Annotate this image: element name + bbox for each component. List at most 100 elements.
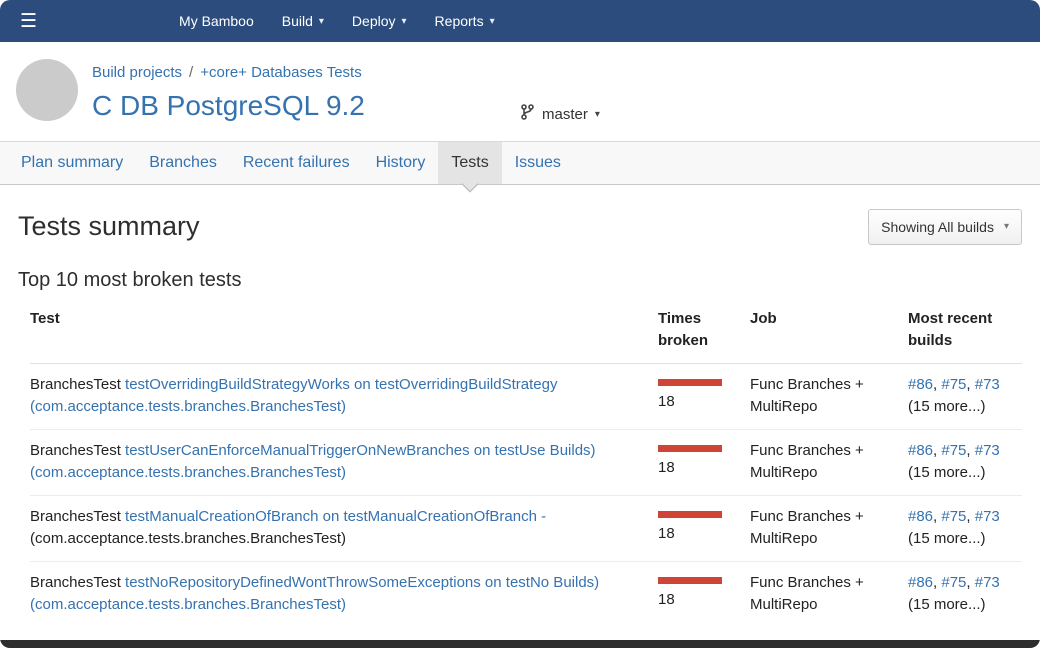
test-class-name: BranchesTest (30, 376, 125, 393)
test-class-name: BranchesTest (30, 574, 125, 591)
times-broken-count: 18 (658, 525, 675, 542)
main-content: Tests summary Showing All builds ▾ Top 1… (0, 209, 1040, 627)
nav-item-reports[interactable]: Reports ▾ (421, 0, 509, 42)
tab-plan-summary[interactable]: Plan summary (8, 142, 136, 184)
test-cell: BranchesTest testUserCanEnforceManualTri… (30, 429, 658, 495)
broken-bar (658, 445, 722, 452)
times-broken-cell: 18 (658, 429, 750, 495)
more-builds-text: (15 more...) (908, 528, 1010, 551)
column-header-builds: Most recent builds (908, 298, 1022, 364)
branch-icon (520, 104, 535, 124)
table-row: BranchesTest testUserCanEnforceManualTri… (30, 429, 1022, 495)
table-row: BranchesTest testNoRepositoryDefinedWont… (30, 561, 1022, 627)
chevron-down-icon: ▾ (1004, 221, 1009, 232)
builds-cell: #86#75#73 (15 more...) (908, 561, 1022, 627)
broken-bar (658, 379, 722, 386)
table-header-row: Test Times broken Job Most recent builds (30, 298, 1022, 364)
builds-cell: #86#75#73 (15 more...) (908, 495, 1022, 561)
more-builds-text: (15 more...) (908, 594, 1010, 617)
times-broken-count: 18 (658, 459, 675, 476)
job-name: Func Branches + MultiRepo (750, 574, 864, 614)
test-suffix: (com.acceptance.tests.branches.BranchesT… (30, 530, 346, 547)
builds-filter-button[interactable]: Showing All builds ▾ (868, 209, 1022, 245)
breadcrumb: Build projects/+core+ Databases Tests (92, 64, 1040, 81)
broken-bar (658, 577, 722, 584)
job-name: Func Branches + MultiRepo (750, 508, 864, 548)
test-cell: BranchesTest testManualCreationOfBranch … (30, 495, 658, 561)
broken-tests-table: Test Times broken Job Most recent builds… (30, 298, 1022, 627)
build-links: #86#75#73 (908, 506, 1010, 529)
test-cell: BranchesTest testOverridingBuildStrategy… (30, 363, 658, 429)
job-name: Func Branches + MultiRepo (750, 442, 864, 482)
nav-item-label: Reports (435, 13, 484, 29)
times-broken-cell: 18 (658, 495, 750, 561)
build-link[interactable]: #73 (975, 376, 1000, 393)
tab-tests[interactable]: Tests (438, 142, 501, 184)
job-cell: Func Branches + MultiRepo (750, 561, 908, 627)
table-row: BranchesTest testOverridingBuildStrategy… (30, 363, 1022, 429)
job-cell: Func Branches + MultiRepo (750, 429, 908, 495)
job-cell: Func Branches + MultiRepo (750, 363, 908, 429)
more-builds-text: (15 more...) (908, 396, 1010, 419)
chevron-down-icon: ▾ (595, 109, 600, 120)
nav-item-build[interactable]: Build ▾ (268, 0, 338, 42)
nav-item-label: Build (282, 13, 313, 29)
tab-issues[interactable]: Issues (502, 142, 574, 184)
tab-recent-failures[interactable]: Recent failures (230, 142, 363, 184)
build-link[interactable]: #75 (941, 574, 974, 591)
nav-item-my-bamboo[interactable]: My Bamboo (165, 0, 268, 42)
nav-item-label: Deploy (352, 13, 396, 29)
build-link[interactable]: #73 (975, 508, 1000, 525)
build-link[interactable]: #86 (908, 442, 941, 459)
build-link[interactable]: #73 (975, 442, 1000, 459)
broken-bar (658, 511, 722, 518)
build-links: #86#75#73 (908, 572, 1010, 595)
nav-items: My Bamboo Build ▾ Deploy ▾ Reports ▾ (165, 0, 509, 42)
times-broken-count: 18 (658, 591, 675, 608)
chevron-down-icon: ▾ (490, 16, 495, 27)
tab-branches[interactable]: Branches (136, 142, 230, 184)
more-builds-text: (15 more...) (908, 462, 1010, 485)
job-name: Func Branches + MultiRepo (750, 376, 864, 416)
tab-history[interactable]: History (363, 142, 439, 184)
column-header-test: Test (30, 298, 658, 364)
top-navbar: ☰ My Bamboo Build ▾ Deploy ▾ Reports ▾ (0, 0, 1040, 42)
times-broken-count: 18 (658, 393, 675, 410)
plan-header: Build projects/+core+ Databases Tests C … (0, 42, 1040, 141)
test-class-name: BranchesTest (30, 442, 125, 459)
nav-item-label: My Bamboo (179, 13, 254, 29)
builds-filter-label: Showing All builds (881, 219, 994, 235)
column-header-times-broken: Times broken (658, 298, 750, 364)
nav-item-deploy[interactable]: Deploy ▾ (338, 0, 421, 42)
times-broken-cell: 18 (658, 363, 750, 429)
breadcrumb-link-build-projects[interactable]: Build projects (92, 64, 182, 81)
build-link[interactable]: #73 (975, 574, 1000, 591)
branch-name: master (542, 106, 588, 123)
build-links: #86#75#73 (908, 440, 1010, 463)
branch-selector[interactable]: master ▾ (520, 104, 600, 124)
test-cell: BranchesTest testNoRepositoryDefinedWont… (30, 561, 658, 627)
summary-header-row: Tests summary Showing All builds ▾ (18, 209, 1022, 245)
avatar (16, 59, 78, 121)
build-link[interactable]: #86 (908, 508, 941, 525)
times-broken-cell: 18 (658, 561, 750, 627)
build-link[interactable]: #86 (908, 574, 941, 591)
test-link[interactable]: testManualCreationOfBranch on testManual… (125, 508, 546, 525)
breadcrumb-link-project[interactable]: +core+ Databases Tests (200, 64, 361, 81)
test-class-name: BranchesTest (30, 508, 125, 525)
menu-icon[interactable]: ☰ (20, 12, 37, 31)
build-links: #86#75#73 (908, 374, 1010, 397)
window-bottom-edge (0, 640, 1040, 648)
build-link[interactable]: #75 (941, 442, 974, 459)
build-link[interactable]: #75 (941, 376, 974, 393)
table-row: BranchesTest testManualCreationOfBranch … (30, 495, 1022, 561)
builds-cell: #86#75#73 (15 more...) (908, 429, 1022, 495)
builds-cell: #86#75#73 (15 more...) (908, 363, 1022, 429)
breadcrumb-separator: / (182, 64, 200, 81)
tests-summary-heading: Tests summary (18, 211, 200, 242)
build-link[interactable]: #75 (941, 508, 974, 525)
build-link[interactable]: #86 (908, 376, 941, 393)
chevron-down-icon: ▾ (319, 16, 324, 27)
broken-tests-section-title: Top 10 most broken tests (18, 269, 1022, 292)
page: ☰ My Bamboo Build ▾ Deploy ▾ Reports ▾ B… (0, 0, 1040, 648)
